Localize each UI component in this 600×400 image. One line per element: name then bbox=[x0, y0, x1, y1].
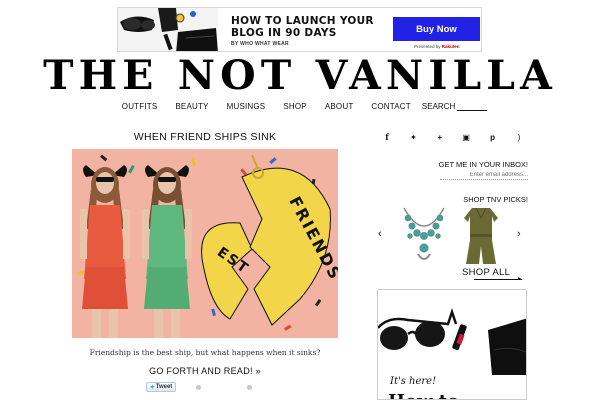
nav-search[interactable]: SEARCH bbox=[420, 102, 488, 111]
facebook-icon[interactable]: f bbox=[380, 131, 394, 143]
main-nav: OUTFITS BEAUTY MUSINGS SHOP ABOUT CONTAC… bbox=[0, 102, 600, 111]
sidebar-ad-tagline: It's here! bbox=[390, 376, 437, 387]
tweet-label: Tweet bbox=[155, 384, 173, 390]
twitter-bird-icon: ✦ bbox=[149, 384, 155, 391]
banner-byline: BY WHO WHAT WEAR bbox=[231, 41, 289, 47]
twitter-icon[interactable]: ✦ bbox=[406, 131, 420, 143]
nav-item-shop[interactable]: SHOP bbox=[274, 102, 315, 111]
newsletter-title: GET ME IN YOUR INBOX! bbox=[438, 160, 528, 169]
banner-product-image bbox=[118, 8, 218, 51]
sidebar-ad[interactable]: It's here! How to bbox=[377, 289, 527, 400]
share-facebook-icon[interactable] bbox=[196, 384, 201, 390]
sponsor-logo: Rakuten bbox=[441, 44, 460, 49]
pinterest-icon[interactable]: p bbox=[486, 131, 500, 143]
email-field[interactable] bbox=[440, 170, 528, 180]
shop-picks-title: SHOP TNV PICKS! bbox=[463, 195, 528, 204]
product-necklace[interactable] bbox=[398, 204, 450, 266]
shop-all-underline bbox=[474, 279, 522, 280]
nav-item-beauty[interactable]: BEAUTY bbox=[166, 102, 217, 111]
top-banner-ad[interactable]: HOW TO LAUNCH YOUR BLOG IN 90 DAYS BY WH… bbox=[117, 7, 482, 52]
share-row: ✦ Tweet bbox=[146, 382, 252, 392]
post-title[interactable]: WHEN FRIEND SHIPS SINK bbox=[72, 131, 338, 143]
carousel-next-icon[interactable]: › bbox=[517, 228, 521, 240]
tweet-button[interactable]: ✦ Tweet bbox=[146, 382, 176, 392]
rss-icon[interactable]: ) bbox=[512, 131, 526, 143]
nav-item-musings[interactable]: MUSINGS bbox=[218, 102, 275, 111]
product-romper[interactable] bbox=[460, 204, 502, 266]
nav-item-outfits[interactable]: OUTFITS bbox=[113, 102, 167, 111]
post-hero-image[interactable]: FRIENDS EST bbox=[72, 149, 338, 338]
buy-now-button[interactable]: Buy Now bbox=[393, 17, 480, 41]
shop-all-link[interactable]: SHOP ALL bbox=[462, 267, 510, 278]
plus-icon[interactable]: + bbox=[433, 131, 447, 143]
site-logo[interactable]: THE NOT VANILLA bbox=[0, 52, 600, 100]
nav-item-about[interactable]: ABOUT bbox=[316, 102, 363, 111]
sidebar-ad-image bbox=[378, 290, 526, 375]
arrow-right-icon: ▸ bbox=[518, 276, 522, 282]
read-more-link[interactable]: GO FORTH AND READ! » bbox=[72, 366, 338, 376]
search-input[interactable] bbox=[457, 103, 488, 111]
post-caption: Friendship is the best ship, but what ha… bbox=[89, 348, 321, 357]
nav-item-contact[interactable]: CONTACT bbox=[362, 102, 419, 111]
instagram-icon[interactable]: ▣ bbox=[459, 131, 473, 143]
share-pinterest-icon[interactable] bbox=[247, 384, 252, 390]
social-links: f ✦ + ▣ p ) bbox=[380, 131, 526, 143]
banner-headline: HOW TO LAUNCH YOUR BLOG IN 90 DAYS bbox=[231, 15, 374, 39]
carousel-prev-icon[interactable]: ‹ bbox=[378, 228, 382, 240]
sidebar-ad-headline: How to bbox=[388, 391, 459, 399]
banner-presented-by: Presented by Rakuten bbox=[414, 44, 460, 49]
presented-by-label: Presented by bbox=[414, 44, 441, 49]
search-label: SEARCH bbox=[421, 102, 456, 111]
